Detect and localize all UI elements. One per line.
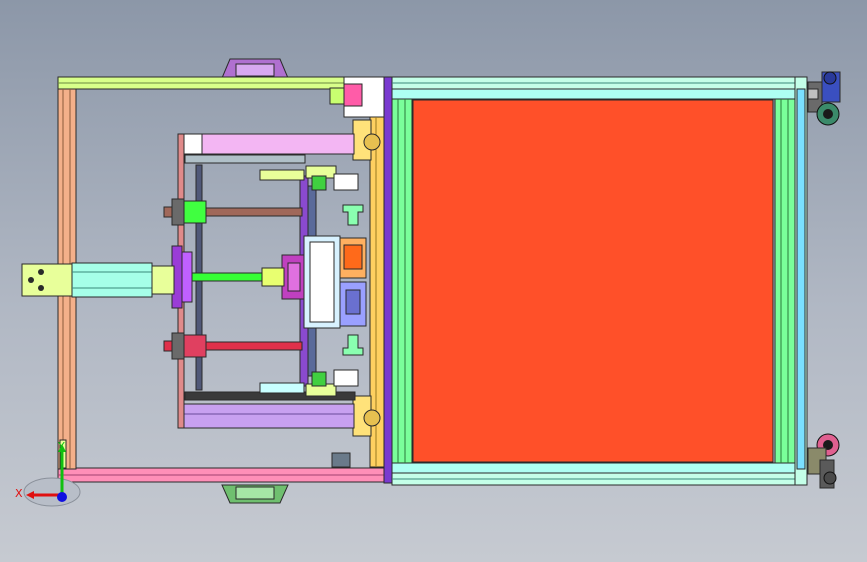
cad-viewport[interactable]: X Y xyxy=(0,0,867,562)
mold-mechanism xyxy=(163,133,367,429)
x-axis-label: X xyxy=(15,487,23,500)
caster-wheel-icon xyxy=(807,71,841,126)
y-axis-label: Y xyxy=(57,440,65,453)
left-cylinder xyxy=(21,262,175,298)
assembly-top-view: X Y xyxy=(15,58,841,507)
caster-wheel-icon xyxy=(807,433,840,489)
top-handle xyxy=(221,58,289,79)
bottom-handle xyxy=(221,484,289,504)
red-panel xyxy=(412,99,774,463)
